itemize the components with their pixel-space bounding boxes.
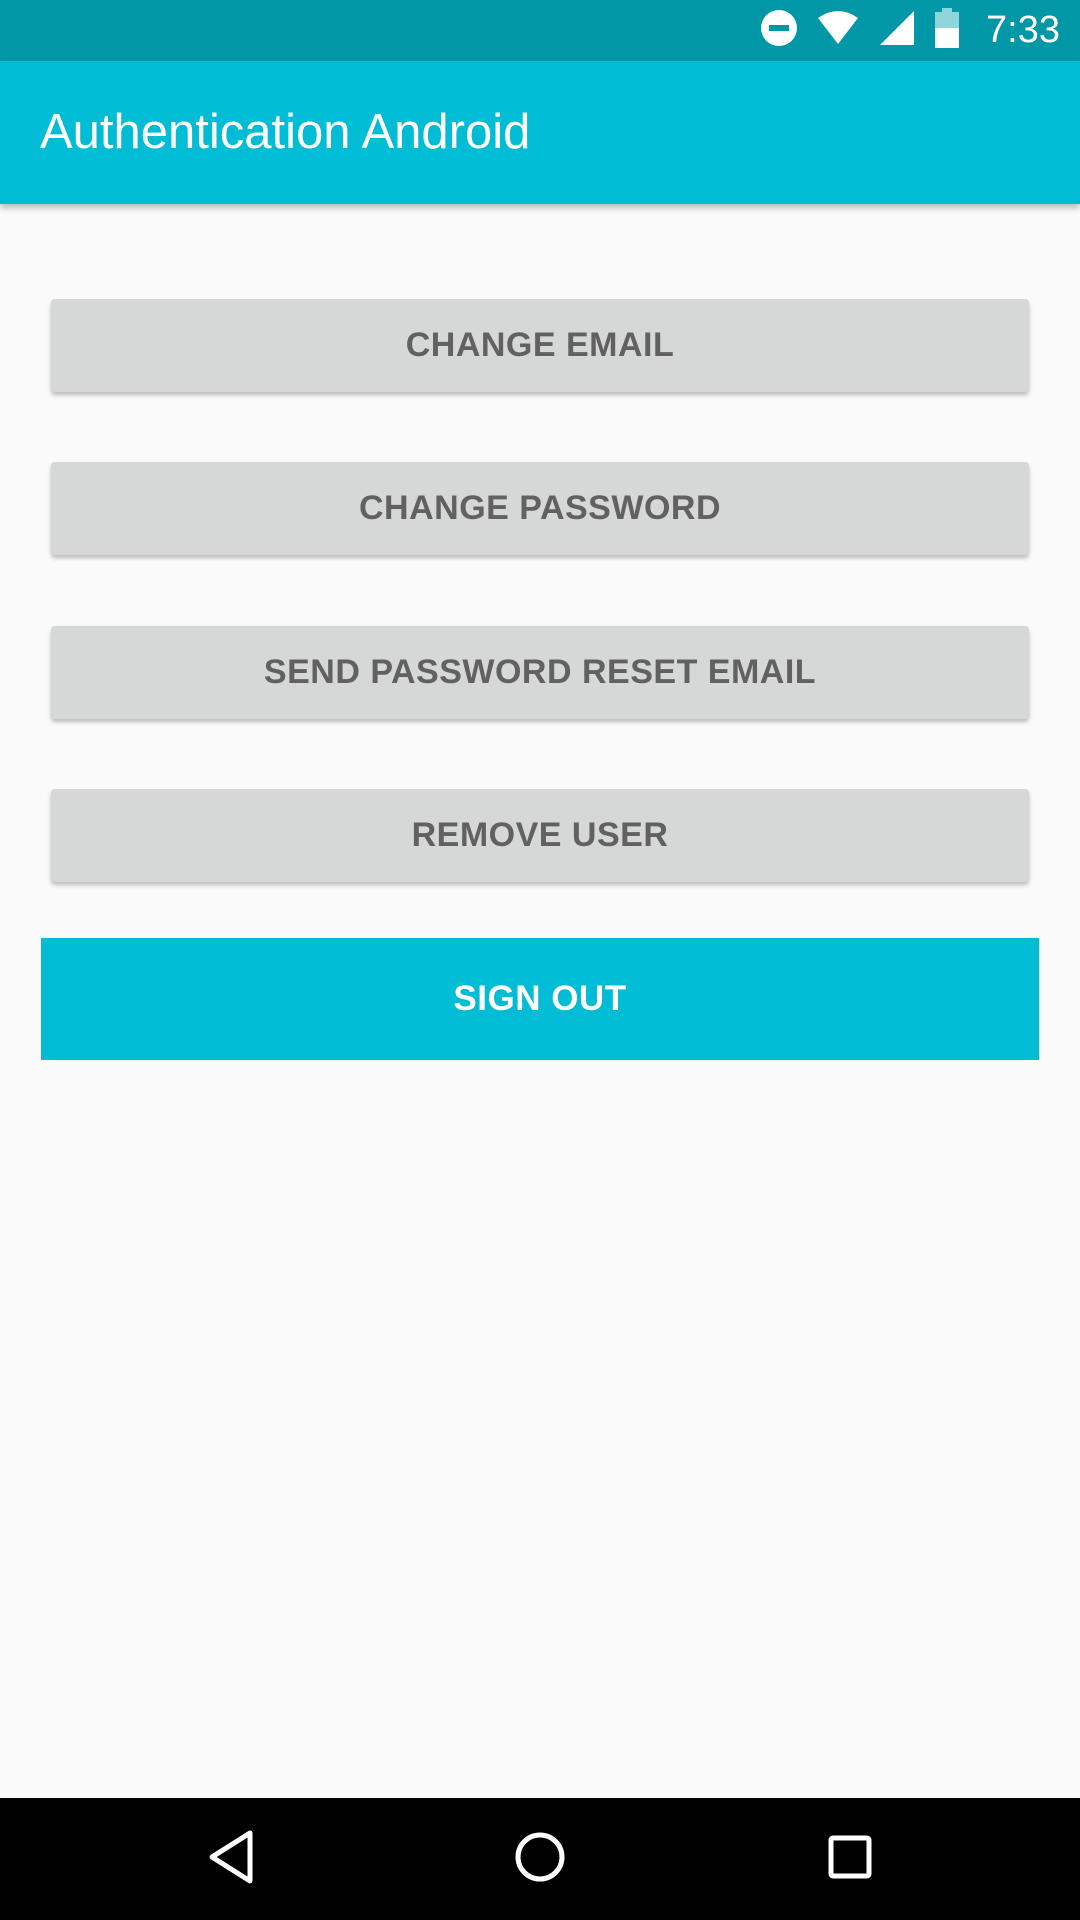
do-not-disturb-icon — [760, 9, 798, 52]
battery-icon — [934, 8, 960, 53]
home-icon — [514, 1831, 566, 1888]
home-button[interactable] — [460, 1798, 620, 1920]
sign-out-button[interactable]: SIGN OUT — [41, 938, 1039, 1060]
remove-user-button[interactable]: REMOVE USER — [51, 789, 1029, 882]
back-button[interactable] — [151, 1798, 311, 1920]
app-bar: Authentication Android — [0, 61, 1080, 204]
change-email-button[interactable]: CHANGE EMAIL — [51, 299, 1029, 392]
wifi-icon — [816, 10, 860, 51]
send-password-reset-email-button[interactable]: SEND PASSWORD RESET EMAIL — [51, 626, 1029, 719]
change-password-button[interactable]: CHANGE PASSWORD — [51, 462, 1029, 555]
screen: 7:33 Authentication Android CHANGE EMAIL… — [0, 0, 1080, 1920]
cell-signal-icon — [878, 9, 916, 52]
status-time: 7:33 — [986, 9, 1060, 51]
recents-icon — [827, 1834, 873, 1885]
status-bar: 7:33 — [0, 0, 1080, 61]
recents-button[interactable] — [770, 1798, 930, 1920]
navigation-bar — [0, 1798, 1080, 1920]
status-icons: 7:33 — [742, 0, 1060, 61]
back-icon — [206, 1829, 256, 1890]
app-title: Authentication Android — [40, 105, 531, 159]
